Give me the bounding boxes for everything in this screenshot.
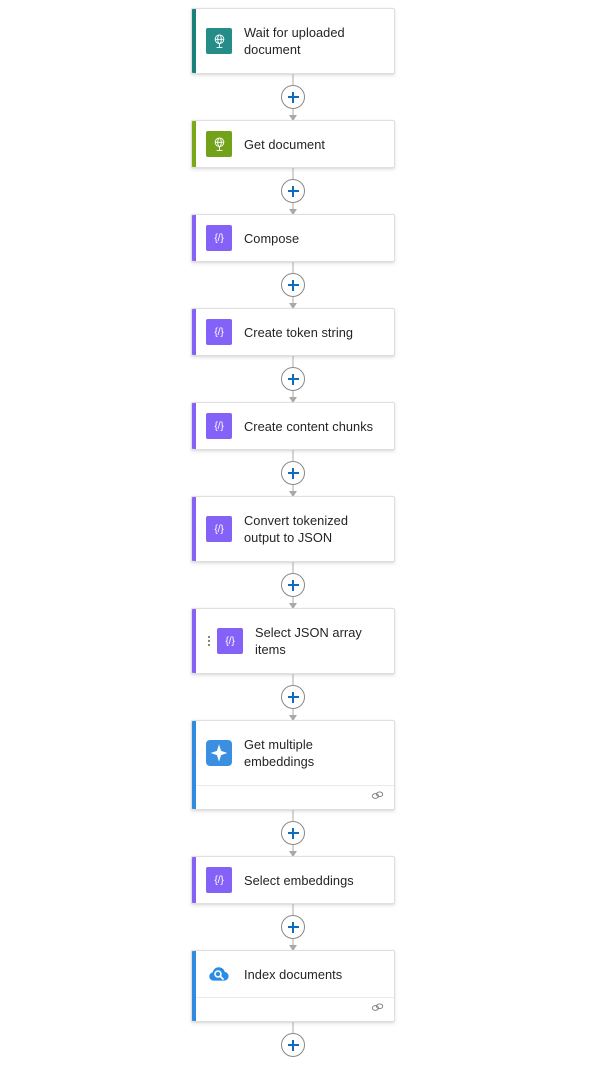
connector-line-top <box>292 810 294 821</box>
node-title: Wait for uploaded document <box>244 25 345 57</box>
data-operations-icon: {/} <box>206 225 232 251</box>
insert-step-button[interactable] <box>281 179 305 203</box>
connection-link-icon[interactable] <box>370 1001 385 1019</box>
data-operations-glyph: {/} <box>214 522 224 535</box>
connector-2 <box>275 262 311 309</box>
data-operations-glyph: {/} <box>214 873 224 886</box>
insert-step-button[interactable] <box>281 1033 305 1057</box>
node-accent-bar <box>192 857 196 903</box>
connector-3 <box>275 356 311 403</box>
connector-6 <box>275 674 311 721</box>
node-accent-bar <box>192 403 196 449</box>
node-body: {/} Create content chunks <box>192 403 394 449</box>
node-title: Get document <box>244 136 325 152</box>
connector-1 <box>275 168 311 215</box>
connector-5 <box>275 562 311 609</box>
node-title: Convert tokenized output to JSON <box>244 513 348 545</box>
connector-0 <box>275 74 311 121</box>
node-body: Get multiple embeddings <box>192 721 394 785</box>
insert-step-button[interactable] <box>281 685 305 709</box>
node-title: Create token string <box>244 324 354 340</box>
connector-4 <box>275 450 311 497</box>
node-body: {/} Create token string <box>192 309 394 355</box>
drag-handle-icon[interactable] <box>204 636 214 646</box>
node-footer <box>192 785 394 809</box>
node-body: {/} Convert tokenized output to JSON <box>192 497 394 561</box>
node-title: Get multiple embeddings <box>244 737 315 769</box>
node-accent-bar <box>192 309 196 355</box>
azure-ai-search-cloud-icon <box>206 961 232 987</box>
workflow-flow: Wait for uploaded document Get document {/… <box>191 8 395 1068</box>
connector-line-top <box>292 674 294 685</box>
node-title: Select embeddings <box>244 872 354 888</box>
sharepoint-globe-icon <box>206 131 232 157</box>
insert-step-button[interactable] <box>281 573 305 597</box>
data-operations-glyph: {/} <box>214 419 224 432</box>
node-accent-bar <box>192 9 196 73</box>
node-body: {/} Select JSON array items <box>192 609 394 673</box>
node-accent-bar <box>192 721 196 809</box>
connection-link-icon[interactable] <box>370 789 385 807</box>
node-body: Wait for uploaded document <box>192 9 394 73</box>
workflow-canvas: Wait for uploaded document Get document {/… <box>0 0 600 1057</box>
insert-step-button[interactable] <box>281 915 305 939</box>
insert-step-button[interactable] <box>281 461 305 485</box>
connector-line-top <box>292 562 294 573</box>
node-accent-bar <box>192 609 196 673</box>
connector-line-top <box>292 74 294 85</box>
node-title: Select JSON array items <box>255 625 362 657</box>
workflow-node[interactable]: Get multiple embeddings <box>191 720 395 810</box>
data-operations-glyph: {/} <box>225 634 235 647</box>
insert-step-button[interactable] <box>281 821 305 845</box>
node-footer <box>192 997 394 1021</box>
node-title: Index documents <box>244 966 343 982</box>
connector-9 <box>275 1022 311 1068</box>
workflow-node[interactable]: {/} Select embeddings <box>191 856 395 904</box>
connector-line-top <box>292 356 294 367</box>
data-operations-icon: {/} <box>217 628 243 654</box>
workflow-node[interactable]: Wait for uploaded document <box>191 8 395 74</box>
node-accent-bar <box>192 121 196 167</box>
connector-line-top <box>292 168 294 179</box>
data-operations-glyph: {/} <box>214 231 224 244</box>
insert-step-button[interactable] <box>281 85 305 109</box>
node-body: Get document <box>192 121 394 167</box>
connector-line-top <box>292 904 294 915</box>
node-body: {/} Select embeddings <box>192 857 394 903</box>
azure-openai-sparkle-icon <box>206 740 232 766</box>
data-operations-icon: {/} <box>206 413 232 439</box>
node-body: {/} Compose <box>192 215 394 261</box>
node-accent-bar <box>192 215 196 261</box>
workflow-node[interactable]: Get document <box>191 120 395 168</box>
data-operations-glyph: {/} <box>214 325 224 338</box>
workflow-node[interactable]: {/} Convert tokenized output to JSON <box>191 496 395 562</box>
data-operations-icon: {/} <box>206 516 232 542</box>
workflow-node[interactable]: {/} Create content chunks <box>191 402 395 450</box>
node-accent-bar <box>192 497 196 561</box>
connector-line-top <box>292 450 294 461</box>
connector-line-top <box>292 262 294 273</box>
node-title: Compose <box>244 230 300 246</box>
data-operations-icon: {/} <box>206 319 232 345</box>
workflow-node[interactable]: Index documents <box>191 950 395 1022</box>
connector-8 <box>275 904 311 951</box>
node-accent-bar <box>192 951 196 1021</box>
workflow-node[interactable]: {/} Create token string <box>191 308 395 356</box>
connector-line-top <box>292 1022 294 1033</box>
insert-step-button[interactable] <box>281 273 305 297</box>
data-operations-icon: {/} <box>206 867 232 893</box>
node-title: Create content chunks <box>244 418 374 434</box>
workflow-node[interactable]: {/} Select JSON array items <box>191 608 395 674</box>
connector-7 <box>275 810 311 857</box>
insert-step-button[interactable] <box>281 367 305 391</box>
node-body: Index documents <box>192 951 394 997</box>
sharepoint-globe-icon <box>206 28 232 54</box>
workflow-node[interactable]: {/} Compose <box>191 214 395 262</box>
